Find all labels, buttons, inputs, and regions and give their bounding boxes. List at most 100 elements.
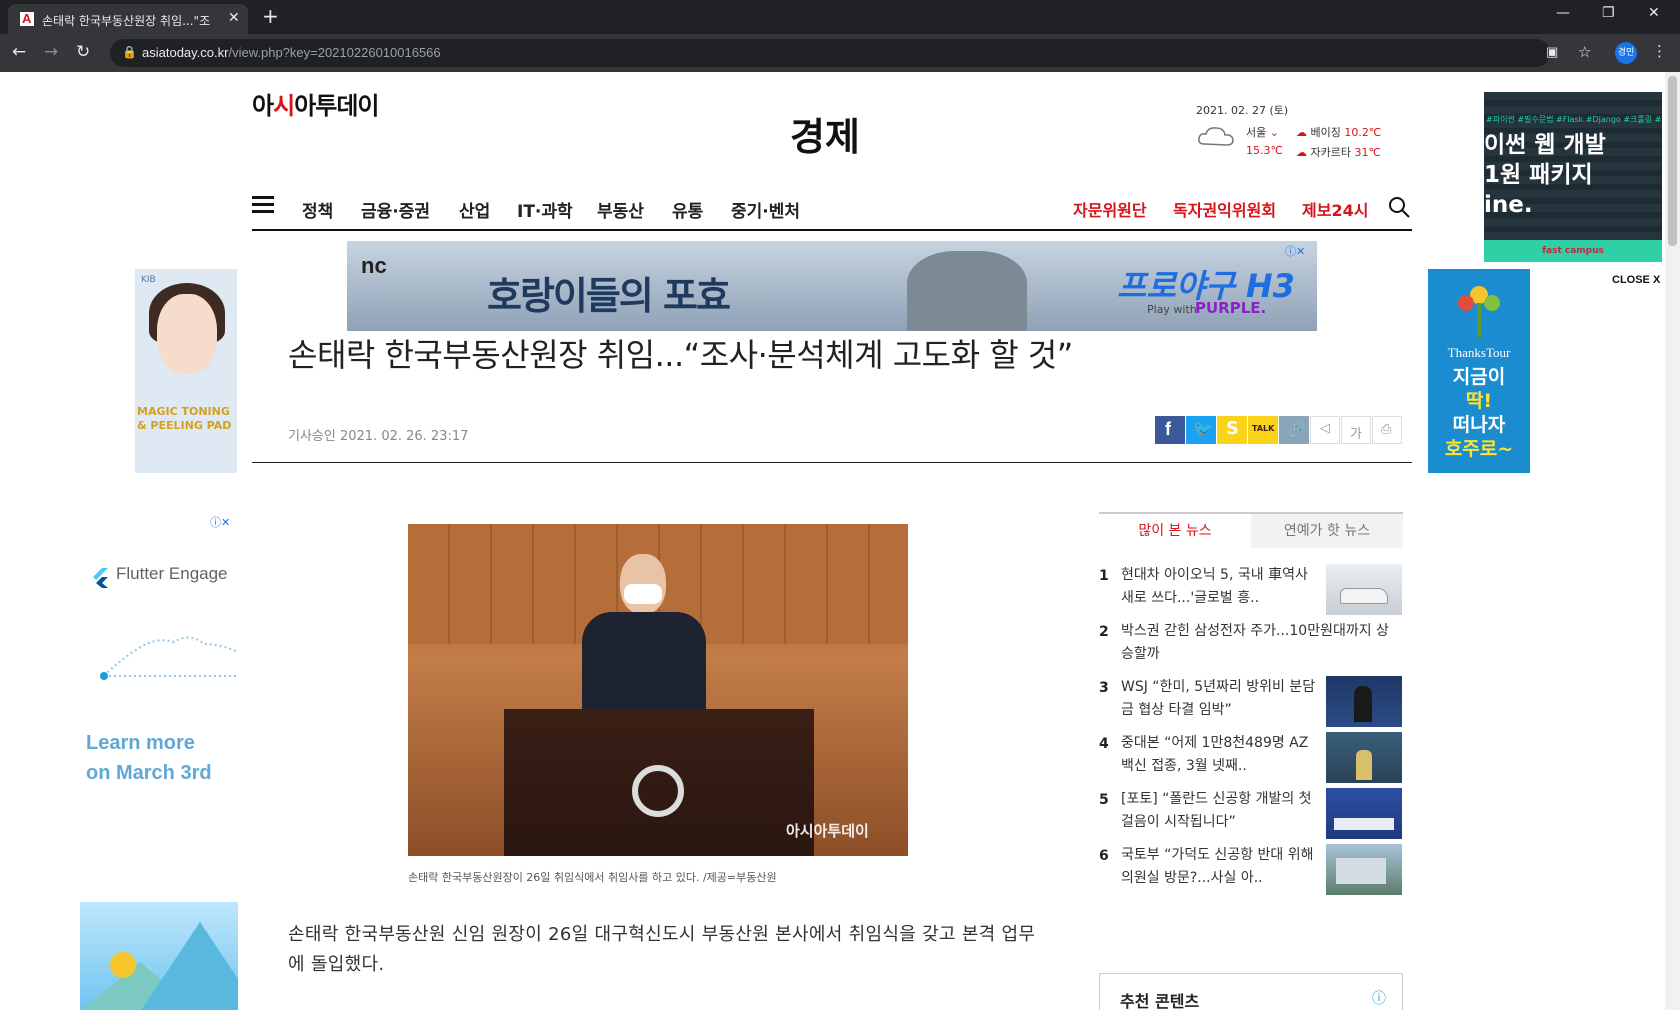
floating-corner-ad[interactable]: #파이썬 #필수문법 #Flask #Django #크롤링 #실전 이썬 웹 … <box>1484 92 1662 262</box>
podium-graphic <box>504 709 814 856</box>
nav-item-reader-rights[interactable]: 독자권익위원회 <box>1173 197 1276 221</box>
flutter-engage-ad[interactable]: ⓘ✕ Flutter Engage Learn more on March 3r… <box>80 512 238 1010</box>
page-content: 아시아투데이 경제 2021. 02. 27 (토) 서울 ⌄ 15.3℃ ☁ … <box>0 72 1665 1010</box>
article-photo[interactable]: 아시아투데이 <box>408 524 908 856</box>
ad-brand: KIB <box>141 275 156 285</box>
browser-tab[interactable]: 손태락 한국부동산원장 취임..."조 ✕ <box>8 4 248 34</box>
news-tabs: 많이 본 뉴스 연예가 핫 뉴스 <box>1099 512 1403 548</box>
top-ad-banner[interactable]: nc 호랑이들의 포효 프로야구 H3 Play with PURPLE. ⓘ✕ <box>347 241 1317 331</box>
menu-kebab-icon[interactable]: ⋮ <box>1652 42 1667 60</box>
new-tab-button[interactable]: + <box>262 4 279 28</box>
asiatoday-favicon-icon <box>20 11 34 26</box>
facebook-share-icon[interactable]: f <box>1155 416 1185 444</box>
news-thumbnail[interactable] <box>1326 564 1402 615</box>
copy-link-icon[interactable]: 🔗 <box>1279 416 1309 444</box>
speaker-suit-graphic <box>582 612 706 712</box>
bookmark-star-icon[interactable]: ☆ <box>1578 43 1591 61</box>
nav-item-it-science[interactable]: IT·과학 <box>517 197 573 222</box>
list-item[interactable]: 6 국토부 “가덕도 신공항 반대 위해 의원실 방문?...사실 아.. <box>1099 844 1403 898</box>
tree-logo-icon <box>1458 286 1500 337</box>
minimize-button[interactable]: — <box>1556 5 1570 21</box>
news-thumbnail[interactable] <box>1326 788 1402 839</box>
print-icon[interactable]: ⎙ <box>1372 416 1402 444</box>
mask-graphic <box>624 584 662 604</box>
flutter-logo-icon <box>93 568 108 588</box>
reload-icon[interactable]: ↻ <box>76 42 90 62</box>
search-icon[interactable] <box>1388 196 1410 218</box>
list-item[interactable]: 2 박스권 갇힌 삼성전자 주가...10만원대까지 상승할까 <box>1099 620 1403 674</box>
forward-icon[interactable]: → <box>44 42 58 62</box>
nav-item-policy[interactable]: 정책 <box>302 197 333 222</box>
nav-item-report24[interactable]: 제보24시 <box>1302 197 1368 221</box>
ad-tags: #파이썬 #필수문법 #Flask #Django #크롤링 #실전 <box>1486 115 1662 124</box>
news-thumbnail[interactable] <box>1326 676 1402 727</box>
news-thumbnail[interactable] <box>1326 844 1402 895</box>
tab-entertainment-news[interactable]: 연예가 핫 뉴스 <box>1251 512 1403 548</box>
weather-city[interactable]: 서울 ⌄ <box>1246 124 1279 140</box>
tab-close-icon[interactable]: ✕ <box>228 10 240 26</box>
scrollbar-thumb[interactable] <box>1668 76 1677 246</box>
nav-item-finance[interactable]: 금융·증권 <box>361 197 430 222</box>
font-size-button[interactable]: 가 <box>1341 416 1371 444</box>
tab-title: 손태락 한국부동산원장 취임..."조 <box>42 14 211 28</box>
adchoices-icon[interactable]: ⓘ✕ <box>210 514 230 530</box>
page-scrollbar[interactable] <box>1665 72 1680 1010</box>
cloud-dots-graphic <box>100 636 238 680</box>
tab-popular-news[interactable]: 많이 본 뉴스 <box>1099 512 1251 548</box>
ad-slogan: 지금이 딱! 떠나자 호주로~ <box>1444 366 1514 460</box>
recommended-title: 추천 콘텐츠 <box>1120 992 1200 1010</box>
speaker-icon[interactable]: ◁ <box>1310 416 1340 444</box>
list-item[interactable]: 3 WSJ “한미, 5년짜리 방위비 분담금 협상 타결 임박” <box>1099 676 1403 730</box>
popup-blocked-icon[interactable]: ▣ <box>1546 44 1558 60</box>
right-side-ad[interactable]: ThanksTour 지금이 딱! 떠나자 호주로~ <box>1428 269 1530 473</box>
nav-item-real-estate[interactable]: 부동산 <box>597 197 644 222</box>
headline-divider <box>252 462 1412 463</box>
cloud-icon <box>1198 127 1234 146</box>
recommended-content-box: 추천 콘텐츠 ⓘ <box>1099 973 1403 1010</box>
weather-city-temp: 15.3℃ <box>1246 144 1283 157</box>
kakaotalk-share-icon[interactable]: TALK <box>1248 416 1278 444</box>
ad-brand: Flutter Engage <box>116 564 228 583</box>
list-item[interactable]: 5 [포토] “폴란드 신공항 개발의 첫 걸음이 시작됩니다” <box>1099 788 1403 842</box>
ad-cta: Learn more on March 3rd <box>86 732 212 784</box>
restore-button[interactable]: ❐ <box>1602 5 1615 21</box>
adchoices-icon[interactable]: ⓘ✕ <box>1285 243 1305 259</box>
news-thumbnail[interactable] <box>1326 732 1402 783</box>
site-logo[interactable]: 아시아투데이 <box>252 86 380 121</box>
list-item[interactable]: 4 중대본 “어제 1만8천489명 AZ백신 접종, 3월 넷째.. <box>1099 732 1403 786</box>
back-icon[interactable]: ← <box>12 42 26 62</box>
nav-item-industry[interactable]: 산업 <box>459 197 490 222</box>
list-item[interactable]: 1 현대차 아이오닉 5, 국내 車역사 새로 쓰다...'글로벌 흥.. <box>1099 564 1403 618</box>
url-text: asiatoday.co.kr/view.php?key=20210226010… <box>142 45 441 60</box>
profile-avatar[interactable]: 경민 <box>1615 42 1637 64</box>
nav-divider <box>252 229 1412 231</box>
weather-jakarta: ☁ 자카르타 31℃ <box>1296 146 1381 159</box>
left-side-ad[interactable]: KIB MAGIC TONING & PEELING PAD <box>135 269 237 473</box>
ad-headline: 이썬 웹 개발 1원 패키지 ine. <box>1484 132 1606 218</box>
section-title: 경제 <box>790 115 860 159</box>
article-body: 손태락 한국부동산원 신임 원장이 26일 대구혁신도시 부동산원 본사에서 취… <box>288 924 1036 975</box>
landscape-graphic <box>80 902 238 1010</box>
nav-item-advisory[interactable]: 자문위원단 <box>1073 197 1147 221</box>
ad-purple: PURPLE. <box>1195 299 1267 317</box>
browser-toolbar: ← → ↻ 🔒 asiatoday.co.kr/view.php?key=202… <box>0 34 1680 72</box>
hamburger-menu-icon[interactable] <box>252 196 274 214</box>
nav-item-venture[interactable]: 중기·벤처 <box>731 197 800 222</box>
close-ad-button[interactable]: CLOSE X <box>1612 274 1660 286</box>
ad-title: 호랑이들의 포효 <box>487 274 731 318</box>
twitter-share-icon[interactable]: 🐦 <box>1186 416 1216 444</box>
address-bar[interactable]: 🔒 asiatoday.co.kr/view.php?key=202102260… <box>110 39 1591 67</box>
ad-brand: nc <box>361 253 387 278</box>
podium-emblem-icon <box>632 765 684 817</box>
ad-brand: ThanksTour <box>1447 345 1511 360</box>
date-text: 2021. 02. 27 (토) <box>1196 104 1289 117</box>
ad-play-with: Play with <box>1147 303 1197 316</box>
statue-graphic <box>907 251 1027 331</box>
ad-tagline: MAGIC TONING & PEELING PAD <box>137 405 232 432</box>
recommend-info-icon[interactable]: ⓘ <box>1372 988 1386 1008</box>
lock-icon: 🔒 <box>122 45 137 59</box>
nav-item-retail[interactable]: 유통 <box>672 197 703 222</box>
photo-caption: 손태락 한국부동산원장이 26일 취임식에서 취임사를 하고 있다. /제공=부… <box>408 871 777 884</box>
close-window-button[interactable]: ✕ <box>1648 5 1660 21</box>
kakaostory-share-icon[interactable]: S <box>1217 416 1247 444</box>
